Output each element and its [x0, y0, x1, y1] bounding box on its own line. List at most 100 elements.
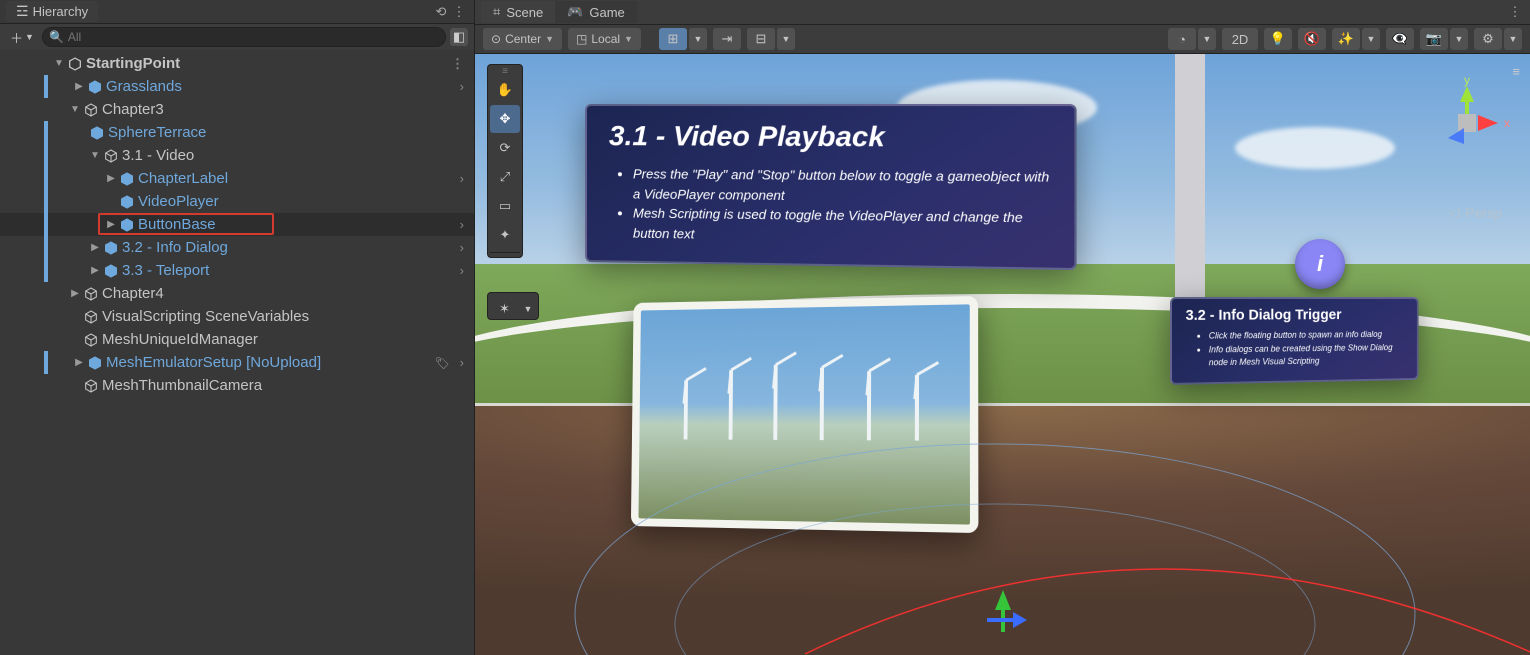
lighting-toggle-button[interactable]: 💡 — [1264, 28, 1292, 50]
grid-snap-dropdown[interactable]: ▼ — [689, 28, 707, 50]
scene-tools-dock[interactable]: ≡ ✋ ✥ ⟳ ⤢ ▭ ✦ — [487, 64, 523, 258]
audio-toggle-button[interactable]: 🔇 — [1298, 28, 1326, 50]
search-input[interactable] — [68, 30, 439, 44]
local-icon: ◳ — [576, 32, 587, 46]
hidden-toggle-button[interactable]: 👁‍🗨 — [1386, 28, 1414, 50]
fx-dropdown[interactable]: ▼ — [1362, 28, 1380, 50]
tree-item-33-teleport[interactable]: ▶ 3.3 - Teleport › — [0, 259, 474, 282]
item-label: VisualScripting SceneVariables — [102, 308, 309, 325]
transform-tool-button[interactable]: ✦ — [490, 221, 520, 249]
dock-grip-icon[interactable]: ≡ — [490, 67, 520, 75]
expand-arrow-icon[interactable]: ▼ — [52, 58, 66, 69]
pivot-mode-button[interactable]: ⊙ Center ▼ — [483, 28, 562, 50]
item-label: ButtonBase — [138, 216, 216, 233]
draw-mode-dropdown[interactable]: ▼ — [1198, 28, 1216, 50]
transform-gizmo — [973, 586, 1033, 649]
rect-tool-button[interactable]: ▭ — [490, 192, 520, 220]
persp-text: Persp — [1465, 205, 1502, 221]
tab-label: Scene — [506, 5, 543, 20]
camera-settings-button[interactable]: 📷 — [1420, 28, 1448, 50]
search-type-button[interactable]: ◧ — [450, 28, 468, 46]
goto-prefab-icon[interactable]: › — [456, 263, 468, 278]
scene-row[interactable]: ▼ StartingPoint ⋮ — [0, 52, 474, 75]
context-menu-icon[interactable]: ⋮ — [447, 56, 468, 72]
item-label: MeshThumbnailCamera — [102, 377, 262, 394]
custom-tool-button[interactable]: ✶ — [490, 295, 519, 323]
tree-item-chapter4[interactable]: ▶ Chapter4 — [0, 282, 474, 305]
expand-arrow-icon[interactable]: ▶ — [104, 173, 118, 184]
tab-scene[interactable]: ⌗ Scene — [481, 1, 555, 23]
expand-arrow-icon[interactable]: ▶ — [68, 288, 82, 299]
prefab-cube-icon — [86, 79, 104, 95]
gizmos-dropdown[interactable]: ▼ — [1504, 28, 1522, 50]
item-label: MeshEmulatorSetup [NoUpload] — [106, 354, 321, 371]
snap-settings-button[interactable]: ⊟ — [747, 28, 775, 50]
tree-item-buttonbase[interactable]: ▶ ButtonBase › — [0, 213, 474, 236]
tree-item-meshthumbnail[interactable]: MeshThumbnailCamera — [0, 374, 474, 397]
tree-item-sphereterrace[interactable]: SphereTerrace — [0, 121, 474, 144]
expand-arrow-icon[interactable]: ▶ — [72, 357, 86, 368]
tree-item-31-video[interactable]: ▼ 3.1 - Video — [0, 144, 474, 167]
orientation-gizmo[interactable]: y x — [1422, 72, 1512, 162]
tree-item-chapter3[interactable]: ▼ Chapter3 — [0, 98, 474, 121]
goto-prefab-icon[interactable]: › — [456, 79, 468, 94]
tree-item-32-infodialog[interactable]: ▶ 3.2 - Info Dialog › — [0, 236, 474, 259]
scene-3d-content: 3.1 - Video Playback Press the "Play" an… — [475, 54, 1530, 655]
expand-arrow-icon[interactable]: ▶ — [104, 219, 118, 230]
search-icon: 🔍 — [49, 30, 64, 44]
gizmos-toggle-button[interactable]: ⚙ — [1474, 28, 1502, 50]
mode2d-label: 2D — [1232, 32, 1249, 47]
tag-icon: 🏷 — [434, 356, 449, 370]
hierarchy-tab[interactable]: ☲ Hierarchy — [6, 1, 98, 22]
snap-increment-button[interactable]: ⇥ — [713, 28, 741, 50]
hierarchy-icon: ☲ — [16, 3, 29, 20]
camera-dropdown[interactable]: ▼ — [1450, 28, 1468, 50]
panel-menu-icon[interactable]: ⋮ — [450, 4, 468, 20]
tree-item-grasslands[interactable]: ▶ Grasslands › — [0, 75, 474, 98]
expand-arrow-icon[interactable]: ▼ — [68, 104, 82, 115]
projection-label[interactable]: ◁ Persp — [1449, 204, 1502, 221]
scene-toolbar: ⊙ Center ▼ ◳ Local ▼ ⊞ ▼ ⇥ ⊟ ▼ ◔ ▼ 2D 💡 … — [475, 24, 1530, 54]
gamepad-icon: 🎮 — [567, 4, 583, 20]
hierarchy-search[interactable]: 🔍 — [42, 27, 446, 47]
scale-tool-button[interactable]: ⤢ — [490, 163, 520, 191]
goto-prefab-icon[interactable]: › — [456, 217, 468, 232]
scene-viewport[interactable]: 3.1 - Video Playback Press the "Play" an… — [475, 54, 1530, 655]
snap-settings-dropdown[interactable]: ▼ — [777, 28, 795, 50]
tree-item-chapterlabel[interactable]: ▶ ChapterLabel › — [0, 167, 474, 190]
tree-item-meshemulator[interactable]: ▶ MeshEmulatorSetup [NoUpload] 🏷 › — [0, 351, 474, 374]
lock-icon[interactable]: ⟲ — [432, 4, 450, 20]
tab-game[interactable]: 🎮 Game — [555, 1, 637, 23]
hand-tool-button[interactable]: ✋ — [490, 76, 520, 104]
expand-arrow-icon[interactable]: ▼ — [88, 150, 102, 161]
dropdown-caret-icon: ▼ — [25, 32, 34, 42]
panel-menu-icon[interactable]: ⋮ — [1506, 4, 1524, 20]
custom-tool-dropdown[interactable]: ▼ — [520, 295, 536, 323]
svg-text:x: x — [1504, 116, 1510, 130]
expand-arrow-icon[interactable]: ▶ — [72, 81, 86, 92]
tree-item-meshuniqueid[interactable]: MeshUniqueIdManager — [0, 328, 474, 351]
expand-arrow-icon[interactable]: ▶ — [88, 265, 102, 276]
goto-prefab-icon[interactable]: › — [456, 171, 468, 186]
gameobject-cube-icon — [82, 102, 100, 118]
grid-snap-button[interactable]: ⊞ — [659, 28, 687, 50]
goto-prefab-icon[interactable]: › — [456, 355, 468, 370]
item-label: SphereTerrace — [108, 124, 206, 141]
scene-tools-extra[interactable]: ✶ ▼ — [487, 292, 539, 320]
move-tool-button[interactable]: ✥ — [490, 105, 520, 133]
draw-mode-button[interactable]: ◔ — [1168, 28, 1196, 50]
tree-item-visualscripting[interactable]: VisualScripting SceneVariables — [0, 305, 474, 328]
expand-arrow-icon[interactable]: ▶ — [88, 242, 102, 253]
tree-item-videoplayer[interactable]: VideoPlayer — [0, 190, 474, 213]
goto-prefab-icon[interactable]: › — [456, 240, 468, 255]
prefab-cube-icon — [118, 171, 136, 187]
space-mode-button[interactable]: ◳ Local ▼ — [568, 28, 641, 50]
hierarchy-panel: ☲ Hierarchy ⟲ ⋮ ＋ ▼ 🔍 ◧ ▼ StartingPoint — [0, 0, 475, 655]
fx-toggle-button[interactable]: ✨ — [1332, 28, 1360, 50]
rotate-tool-button[interactable]: ⟳ — [490, 134, 520, 162]
create-button[interactable]: ＋ ▼ — [6, 26, 38, 49]
2d-toggle-button[interactable]: 2D — [1222, 28, 1258, 50]
space-label: Local — [591, 32, 620, 46]
hierarchy-header: ☲ Hierarchy ⟲ ⋮ — [0, 0, 474, 24]
viewport-menu-icon[interactable]: ≡ — [1512, 64, 1520, 79]
